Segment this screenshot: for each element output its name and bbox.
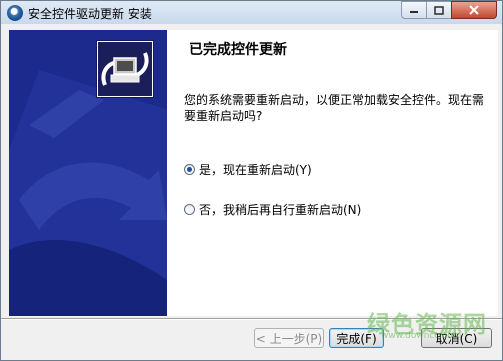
close-icon bbox=[469, 5, 479, 15]
back-button[interactable]: < 上一步(P) bbox=[254, 328, 324, 348]
wizard-content: 已完成控件更新 您的系统需要重新启动，以便正常加载安全控件。现在需要重新启动吗?… bbox=[9, 30, 498, 316]
finish-button[interactable]: 完成(F) bbox=[329, 328, 384, 348]
maximize-icon bbox=[434, 5, 444, 15]
installer-window: 安全控件驱动更新 安装 已完成控件更新 您的系统需要重新启动，以便正常加载安全控… bbox=[0, 0, 503, 361]
restart-description: 您的系统需要重新启动，以便正常加载安全控件。现在需要重新启动吗? bbox=[184, 93, 485, 123]
computer-cd-icon bbox=[98, 42, 152, 96]
installer-logo bbox=[96, 40, 154, 98]
restart-later-option[interactable]: 否，我稍后再自行重新启动(N) bbox=[184, 201, 361, 218]
button-bar-divider bbox=[1, 318, 502, 320]
minimize-button[interactable] bbox=[401, 1, 427, 19]
page-title: 已完成控件更新 bbox=[189, 42, 287, 58]
restart-later-label[interactable]: 否，我稍后再自行重新启动(N) bbox=[199, 201, 361, 218]
restart-now-label[interactable]: 是，现在重新启动(Y) bbox=[199, 161, 312, 178]
wizard-side-panel bbox=[9, 30, 167, 316]
window-title: 安全控件驱动更新 安装 bbox=[28, 7, 152, 21]
restart-now-option[interactable]: 是，现在重新启动(Y) bbox=[184, 161, 312, 178]
title-bar[interactable]: 安全控件驱动更新 安装 bbox=[1, 1, 502, 24]
installer-icon bbox=[7, 5, 23, 21]
maximize-button[interactable] bbox=[426, 1, 452, 19]
cancel-button[interactable]: 取消(C) bbox=[421, 328, 492, 348]
restart-later-radio[interactable] bbox=[184, 204, 195, 215]
minimize-icon bbox=[410, 11, 418, 13]
close-button[interactable] bbox=[451, 1, 497, 19]
restart-now-radio[interactable] bbox=[184, 164, 195, 175]
